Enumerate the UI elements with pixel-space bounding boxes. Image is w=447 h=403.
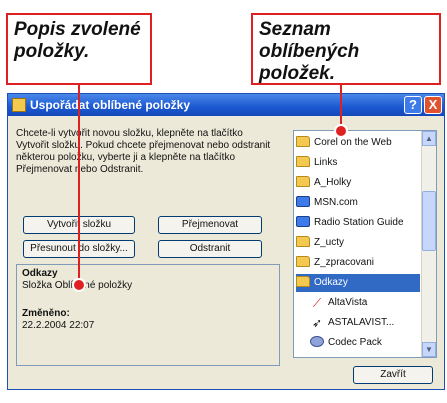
favorites-list-item-label: Z_zpracovani bbox=[314, 257, 375, 268]
favorites-list-item-label: Radio Station Guide bbox=[314, 217, 404, 228]
link-icon bbox=[296, 196, 310, 207]
scroll-thumb[interactable] bbox=[422, 191, 436, 251]
codec-icon bbox=[310, 336, 324, 347]
organize-favorites-dialog: Uspořádat oblíbené položky ? X Chcete-li… bbox=[7, 93, 445, 390]
scroll-up-button[interactable]: ▲ bbox=[422, 131, 436, 146]
info-item-name: Odkazy bbox=[22, 268, 58, 279]
favorites-list-item-label: A_Holky bbox=[314, 177, 352, 188]
scroll-down-button[interactable]: ▼ bbox=[422, 342, 436, 357]
favorites-list-item[interactable]: ⟋ AltaVista bbox=[310, 294, 420, 312]
favorites-list-item-label: Corel on the Web bbox=[314, 137, 392, 148]
favorites-list-item[interactable]: Z_zpracovani bbox=[296, 254, 420, 272]
callout-pointer-dot bbox=[74, 280, 84, 290]
folder-icon bbox=[296, 136, 310, 147]
favorites-list-item[interactable]: MSN.com bbox=[296, 194, 420, 212]
favorites-list-item[interactable]: Z_ucty bbox=[296, 234, 420, 252]
favorites-list[interactable]: Corel on the Web Links A_Holky MSN.com Radio… bbox=[293, 130, 437, 358]
folder-icon bbox=[296, 156, 310, 167]
folder-icon bbox=[296, 236, 310, 247]
favorites-list-item[interactable]: A_Holky bbox=[296, 174, 420, 192]
link-icon bbox=[296, 216, 310, 227]
instructions-text: Chcete-li vytvořit novou složku, klepnět… bbox=[16, 128, 271, 175]
callout-selected-item-description: Popis zvolené položky. bbox=[6, 13, 152, 85]
favorites-list-item[interactable]: Radio Station Guide bbox=[296, 214, 420, 232]
item-info-panel: Odkazy Složka Oblíbené položky Změněno: … bbox=[16, 264, 280, 366]
callout-pointer-line bbox=[78, 85, 80, 285]
folder-icon bbox=[296, 176, 310, 187]
rename-button[interactable]: Přejmenovat bbox=[158, 216, 262, 234]
callout-pointer-dot bbox=[336, 126, 346, 136]
favorites-list-item[interactable]: Codec Pack bbox=[310, 334, 420, 352]
delete-button[interactable]: Odstranit bbox=[158, 240, 262, 258]
favorites-list-item-label: Codec Pack bbox=[328, 337, 382, 348]
favorites-list-item[interactable]: ➶ ASTALAVIST... bbox=[310, 314, 420, 332]
window-title: Uspořádat oblíbené položky bbox=[30, 98, 191, 112]
callout-favorites-list: Seznam oblíbených položek. bbox=[251, 13, 441, 85]
favorites-list-item[interactable]: Corel on the Web bbox=[296, 134, 420, 152]
altavista-icon: ⟋ bbox=[312, 296, 322, 310]
close-dialog-button[interactable]: Zavřít bbox=[353, 366, 433, 384]
help-button[interactable]: ? bbox=[404, 96, 422, 114]
vertical-scrollbar[interactable]: ▲ ▼ bbox=[421, 131, 436, 357]
favorites-list-item-label: ASTALAVIST... bbox=[328, 317, 395, 328]
astalavista-icon: ➶ bbox=[311, 316, 323, 330]
favorites-list-item-label: MSN.com bbox=[314, 197, 358, 208]
folder-icon bbox=[296, 276, 310, 287]
favorites-list-item-label: Links bbox=[314, 157, 338, 168]
callout-pointer-line bbox=[340, 85, 342, 130]
title-bar[interactable]: Uspořádat oblíbené položky ? X bbox=[8, 94, 444, 116]
favorites-folder-icon bbox=[12, 98, 26, 112]
info-modified-value: 22.2.2004 22:07 bbox=[22, 320, 95, 331]
favorites-list-item-label: Z_ucty bbox=[314, 237, 345, 248]
folder-icon bbox=[296, 256, 310, 267]
info-modified-label: Změněno: bbox=[22, 308, 70, 319]
close-button[interactable]: X bbox=[424, 96, 442, 114]
info-item-type: Složka Oblíbené položky bbox=[22, 280, 133, 291]
favorites-list-item-label: Odkazy bbox=[314, 277, 348, 288]
favorites-list-item-label: AltaVista bbox=[328, 297, 368, 308]
favorites-list-item[interactable]: Links bbox=[296, 154, 420, 172]
favorites-list-item[interactable]: Odkazy bbox=[296, 274, 420, 292]
